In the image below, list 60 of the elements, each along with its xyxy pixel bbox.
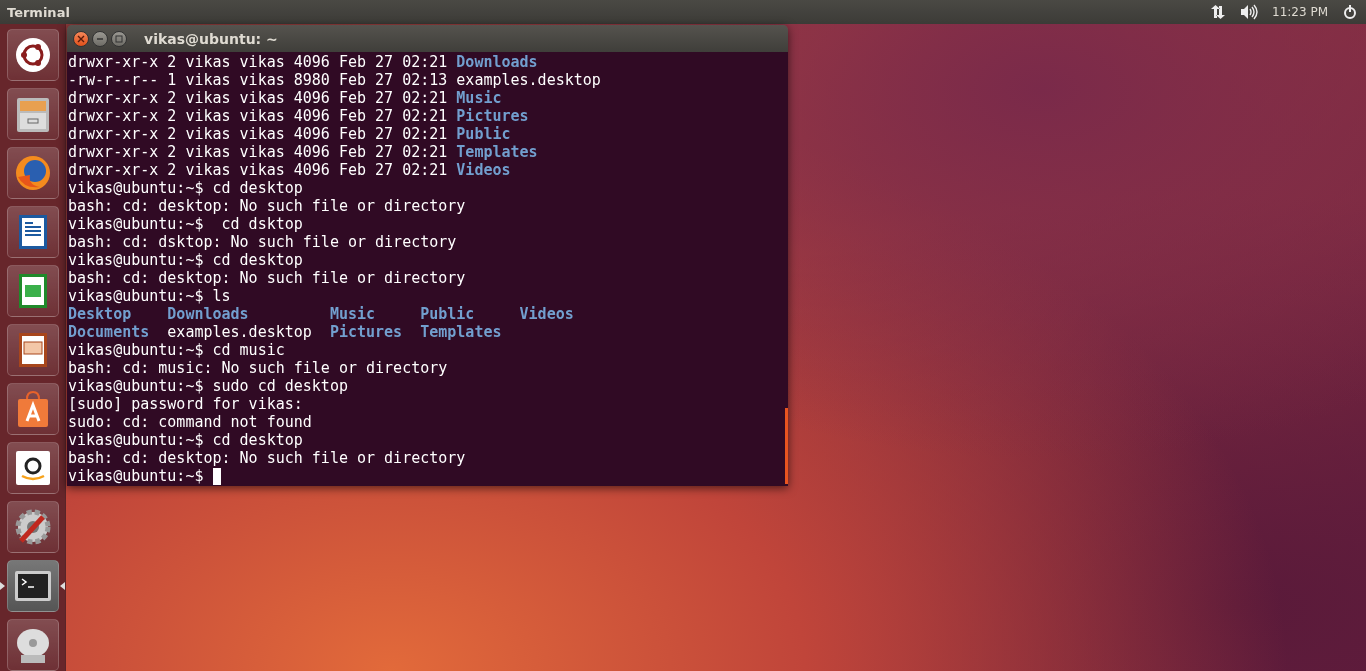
directory-name: Music [329, 305, 377, 323]
directory-name: Templates [456, 143, 538, 161]
disc-launcher-icon[interactable] [6, 619, 59, 671]
app-title: Terminal [7, 4, 70, 20]
calc-launcher-icon[interactable] [6, 265, 59, 317]
directory-name: Pictures [329, 323, 404, 341]
settings-launcher-icon[interactable] [6, 501, 59, 553]
terminal-text: vikas@ubuntu:~$ cd desktop [68, 251, 303, 269]
terminal-text: sudo: cd: command not found [68, 413, 312, 431]
minimize-button[interactable] [92, 30, 108, 47]
terminal-launcher-icon[interactable] [6, 560, 59, 612]
clock[interactable]: 11:23 PM [1272, 5, 1328, 19]
close-button[interactable] [73, 30, 89, 47]
maximize-button[interactable] [111, 30, 127, 47]
terminal-text: vikas@ubuntu:~$ sudo cd desktop [68, 377, 348, 395]
terminal-text: drwxr-xr-x 2 vikas vikas 4096 Feb 27 02:21 [68, 89, 449, 107]
directory-name: Desktop [68, 305, 133, 323]
terminal-text: drwxr-xr-x 2 vikas vikas 4096 Feb 27 02:21 [68, 53, 449, 71]
store-launcher-icon[interactable] [6, 383, 59, 435]
terminal-text: vikas@ubuntu:~$ cd desktop [68, 431, 303, 449]
terminal-text: drwxr-xr-x 2 vikas vikas 4096 Feb 27 02:21 [68, 107, 449, 125]
maximize-icon [115, 34, 123, 43]
directory-name: Downloads [456, 53, 538, 71]
impress-launcher-icon[interactable] [6, 324, 59, 376]
directory-name: Public [456, 125, 511, 143]
title-bar[interactable]: vikas@ubuntu: ~ [67, 25, 788, 52]
browser-launcher-icon[interactable] [6, 147, 59, 199]
network-icon[interactable] [1210, 4, 1226, 20]
terminal-text: vikas@ubuntu:~$ ls [68, 287, 231, 305]
text-cursor [212, 467, 221, 485]
directory-name: Downloads [167, 305, 250, 323]
terminal-text: bash: cd: desktop: No such file or directory [68, 449, 466, 467]
directory-name: Pictures [456, 107, 529, 125]
scrollbar[interactable] [785, 408, 788, 484]
terminal-text: bash: cd: desktop: No such file or directory [68, 269, 466, 287]
terminal-text: bash: cd: music: No such file or directory [68, 359, 448, 377]
terminal-text: drwxr-xr-x 2 vikas vikas 4096 Feb 27 02:21 [68, 161, 449, 179]
directory-name: Videos [519, 305, 574, 323]
writer-launcher-icon[interactable] [6, 206, 59, 258]
directory-name: Videos [456, 161, 511, 179]
terminal-text: -rw-r--r-- 1 vikas vikas 8980 Feb 27 02:13 examples.desktop [68, 71, 601, 89]
terminal-text: bash: cd: desktop: No such file or directory [68, 197, 466, 215]
directory-name: Public [420, 305, 476, 323]
close-icon [77, 34, 85, 43]
terminal-text: bash: cd: dsktop: No such file or directory [68, 233, 457, 251]
directory-name: Templates [420, 323, 502, 341]
terminal-text: examples.desktop [167, 323, 313, 341]
terminal-text: drwxr-xr-x 2 vikas vikas 4096 Feb 27 02:21 [68, 143, 449, 161]
terminal-text: vikas@ubuntu:~$ cd desktop [68, 179, 303, 197]
terminal-text: [sudo] password for vikas: [68, 395, 303, 413]
window-title: vikas@ubuntu: ~ [144, 30, 278, 47]
terminal-text: vikas@ubuntu:~$ cd music [68, 341, 285, 359]
terminal-text: vikas@ubuntu:~$ [68, 467, 205, 485]
directory-name: Documents [68, 323, 151, 341]
directory-name: Music [456, 89, 502, 107]
terminal-text: vikas@ubuntu:~$ cd dsktop [68, 215, 303, 233]
files-launcher-icon[interactable] [6, 88, 59, 140]
terminal-text: drwxr-xr-x 2 vikas vikas 4096 Feb 27 02:21 [68, 125, 449, 143]
dash-launcher-icon[interactable] [6, 29, 59, 81]
volume-icon[interactable] [1240, 4, 1258, 20]
